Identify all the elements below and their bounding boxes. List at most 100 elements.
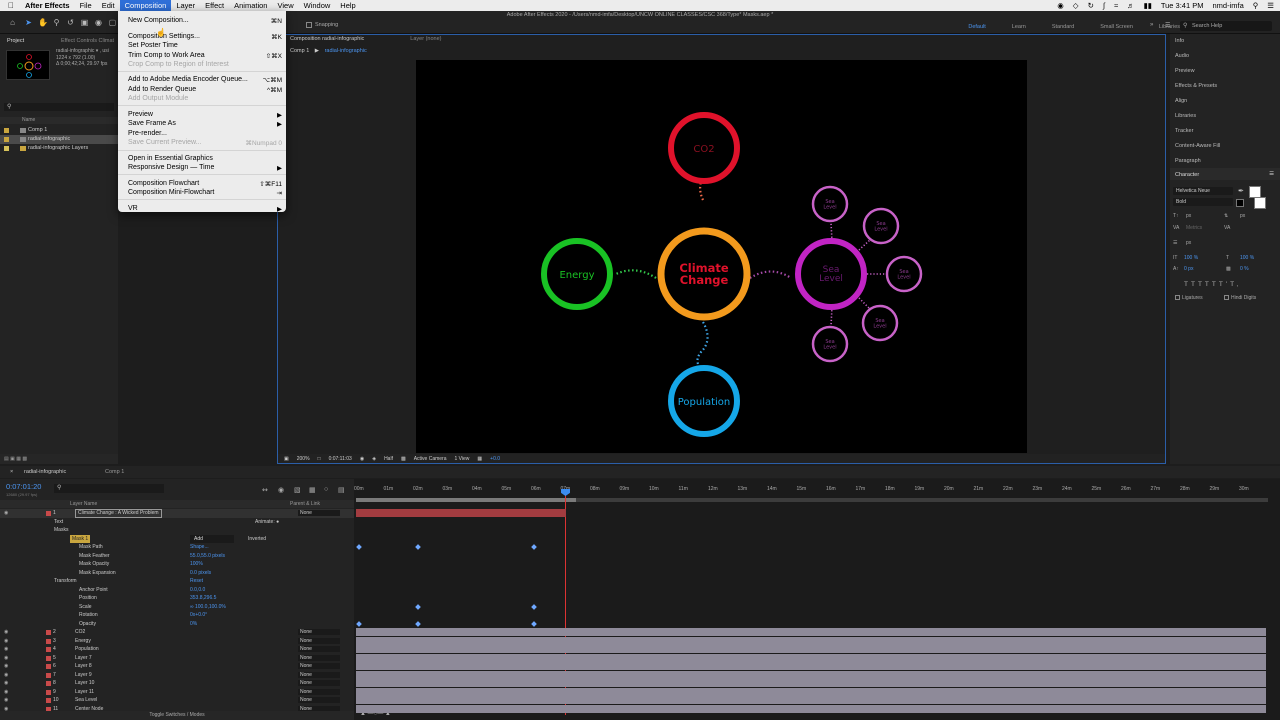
- layer-row[interactable]: ◉ 6 None Layer 8: [0, 662, 354, 671]
- horizontal-scale-value[interactable]: 100 %: [1240, 255, 1254, 261]
- timeline-tab-comp1[interactable]: Comp 1: [105, 469, 124, 475]
- property-row[interactable]: Mask Path Shape...: [0, 543, 354, 552]
- menu-item-composition-flowchart[interactable]: Composition Flowchart: [128, 180, 199, 187]
- bluetooth-icon[interactable]: ∫: [1103, 1, 1105, 10]
- project-item[interactable]: radial-infographic Layers: [0, 144, 118, 153]
- workspace-small-screen[interactable]: Small Screen: [1100, 24, 1133, 30]
- label-color-swatch[interactable]: [46, 511, 51, 516]
- layer-duration-bar[interactable]: [356, 687, 1266, 696]
- home-icon[interactable]: ⌂: [8, 18, 17, 27]
- workspace-overflow-icon[interactable]: »: [1150, 22, 1153, 28]
- property-row[interactable]: Position 353.8,296.5: [0, 594, 354, 603]
- user-name[interactable]: nmd-imfa: [1213, 1, 1244, 10]
- character-panel-header[interactable]: Character ☰: [1170, 168, 1280, 180]
- property-value[interactable]: 0%: [190, 620, 197, 629]
- timeline-tab-radial[interactable]: radial-infographic: [24, 469, 66, 475]
- menu-layer[interactable]: Layer: [171, 0, 200, 11]
- rectangle-tool-icon[interactable]: ▢: [108, 18, 117, 27]
- label-swatch[interactable]: [4, 137, 9, 142]
- selection-tool-icon[interactable]: ➤: [24, 18, 33, 27]
- menu-item-trim-comp-to-work-area[interactable]: Trim Comp to Work Area: [128, 52, 205, 59]
- hand-tool-icon[interactable]: ✋: [38, 18, 48, 27]
- breadcrumb-radial[interactable]: radial-infographic: [325, 48, 367, 54]
- panel-tracker[interactable]: Tracker: [1175, 128, 1193, 134]
- toggle-switches-modes[interactable]: Toggle Switches / Modes: [0, 711, 354, 720]
- menu-item-preview[interactable]: Preview: [128, 111, 153, 118]
- visibility-eye-icon[interactable]: ◉: [4, 654, 8, 663]
- motion-blur-icon[interactable]: ○: [324, 486, 328, 493]
- menu-item-composition-mini-flowchart[interactable]: Composition Mini-Flowchart: [128, 189, 214, 196]
- menu-item-new-composition[interactable]: New Composition...: [128, 17, 189, 24]
- layer-duration-bar[interactable]: [356, 696, 1266, 704]
- apple-icon[interactable]: : [0, 1, 20, 10]
- visibility-eye-icon[interactable]: ◉: [4, 628, 8, 637]
- stroke-color-swatch[interactable]: [1236, 199, 1244, 207]
- rotate-tool-icon[interactable]: ↺: [66, 18, 75, 27]
- menu-animation[interactable]: Animation: [229, 0, 272, 11]
- app-menu[interactable]: After Effects: [20, 0, 75, 11]
- snapping-checkbox[interactable]: [306, 22, 312, 28]
- zoom-select[interactable]: 200%: [297, 456, 310, 462]
- property-row[interactable]: Rotation 0x+0.0°: [0, 611, 354, 620]
- layer-row[interactable]: ◉ 2 None CO2: [0, 628, 354, 637]
- menu-composition[interactable]: Composition: [119, 0, 172, 11]
- stroke-width-unit[interactable]: px: [1186, 240, 1191, 246]
- font-family-select[interactable]: Helvetica Neue: [1173, 187, 1233, 195]
- layer-duration-bar[interactable]: [356, 509, 566, 517]
- workspace-learn[interactable]: Learn: [1012, 24, 1026, 30]
- sync-icon[interactable]: ↻: [1088, 1, 1094, 10]
- interpret-footage-icon[interactable]: ▤ ▣ ▦ ▩: [4, 456, 27, 462]
- property-row[interactable]: Transform Reset: [0, 577, 354, 586]
- menu-item-vr[interactable]: VR: [128, 205, 138, 212]
- label-color-swatch[interactable]: [46, 689, 51, 695]
- animate-button[interactable]: Animate: ●: [255, 518, 279, 527]
- current-timecode[interactable]: 0:07:01:20: [6, 482, 41, 491]
- composition-tab[interactable]: Composition radial-infographic: [290, 36, 364, 42]
- leading-unit[interactable]: px: [1240, 213, 1245, 219]
- panel-content-aware-fill[interactable]: Content-Aware Fill: [1175, 143, 1220, 149]
- visibility-eye-icon[interactable]: ◉: [4, 637, 8, 646]
- frame-blending-icon[interactable]: ▦: [309, 486, 316, 494]
- panel-audio[interactable]: Audio: [1175, 53, 1189, 59]
- font-size-unit[interactable]: px: [1186, 213, 1191, 219]
- label-color-swatch[interactable]: [46, 647, 51, 652]
- panel-preview[interactable]: Preview: [1175, 68, 1195, 74]
- project-tab[interactable]: Project: [7, 38, 24, 44]
- panel-menu-icon[interactable]: ☰: [1269, 171, 1274, 177]
- composition-name[interactable]: radial-infographic ▾ , usi: [56, 48, 109, 55]
- project-item[interactable]: radial-infographic: [0, 135, 118, 144]
- property-value[interactable]: 100%: [190, 560, 203, 569]
- layer-row[interactable]: ◉ 4 None Population: [0, 645, 354, 654]
- menu-file[interactable]: File: [75, 0, 97, 11]
- comp-flowchart-icon[interactable]: ↭: [262, 486, 268, 494]
- property-row[interactable]: Text Animate: ●: [0, 518, 354, 527]
- graph-editor-icon[interactable]: ▤: [338, 486, 345, 494]
- camera-tool-icon[interactable]: ▣: [80, 18, 89, 27]
- label-color-swatch[interactable]: [46, 664, 51, 669]
- property-row[interactable]: Mask Expansion 0.0 pixels: [0, 569, 354, 578]
- layer-duration-bar[interactable]: [356, 653, 1266, 662]
- volume-icon[interactable]: ♬: [1127, 1, 1135, 10]
- dropbox-icon[interactable]: ◇: [1073, 1, 1079, 10]
- label-color-swatch[interactable]: [46, 681, 51, 686]
- layer-tab[interactable]: Layer (none): [410, 36, 441, 42]
- exposure-value[interactable]: +0.0: [490, 456, 500, 462]
- kerning-metrics[interactable]: Metrics: [1186, 225, 1202, 231]
- layer-row[interactable]: ◉ 1 None Climate Change : A Wicked Problem: [0, 509, 354, 518]
- ligatures-checkbox[interactable]: [1175, 295, 1180, 300]
- zoom-tool-icon[interactable]: ⚲: [52, 18, 61, 27]
- property-row[interactable]: Opacity 0%: [0, 620, 354, 629]
- property-value[interactable]: 0.0 pixels: [190, 569, 211, 578]
- property-value[interactable]: Reset: [190, 577, 203, 586]
- menu-item-add-to-adobe-media-encoder-queue[interactable]: Add to Adobe Media Encoder Queue...: [128, 76, 248, 83]
- current-time[interactable]: 0:07:11:03: [329, 456, 352, 462]
- always-preview-icon[interactable]: ▣: [284, 456, 289, 462]
- menu-item-pre-render[interactable]: Pre-render...: [128, 130, 167, 137]
- layer-duration-bar[interactable]: [356, 636, 1266, 645]
- work-area-range[interactable]: [356, 498, 576, 502]
- property-row[interactable]: Mask Opacity 100%: [0, 560, 354, 569]
- spotlight-icon[interactable]: ⚲: [1253, 1, 1259, 10]
- label-color-swatch[interactable]: [46, 672, 51, 678]
- hindi-digits-checkbox[interactable]: [1224, 295, 1229, 300]
- property-row[interactable]: Anchor Point 0.0,0.0: [0, 586, 354, 595]
